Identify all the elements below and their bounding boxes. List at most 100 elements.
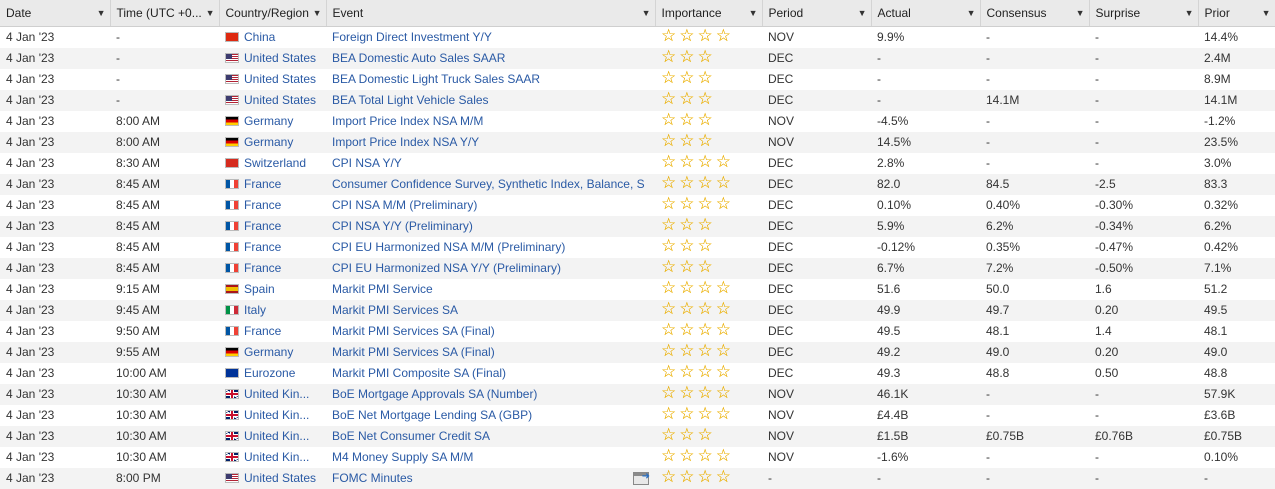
column-header-time[interactable]: Time (UTC +0...▼ bbox=[110, 0, 219, 27]
country-cell[interactable]: Italy bbox=[219, 300, 326, 321]
event-cell[interactable]: Foreign Direct Investment Y/Y bbox=[326, 27, 655, 49]
country-cell[interactable]: United Kin... bbox=[219, 405, 326, 426]
country-link[interactable]: United States bbox=[244, 471, 316, 485]
sort-dropdown-icon[interactable]: ▼ bbox=[858, 0, 867, 26]
country-cell[interactable]: France bbox=[219, 237, 326, 258]
country-link[interactable]: France bbox=[244, 177, 281, 191]
country-link[interactable]: France bbox=[244, 324, 281, 338]
table-row[interactable]: 4 Jan '2310:30 AMUnited Kin...M4 Money S… bbox=[0, 447, 1275, 468]
table-row[interactable]: 4 Jan '239:50 AMFranceMarkit PMI Service… bbox=[0, 321, 1275, 342]
event-cell[interactable]: Markit PMI Service bbox=[326, 279, 655, 300]
table-row[interactable]: 4 Jan '238:30 AMSwitzerlandCPI NSA Y/Y☆☆… bbox=[0, 153, 1275, 174]
event-cell[interactable]: Markit PMI Services SA (Final) bbox=[326, 342, 655, 363]
event-cell[interactable]: BoE Mortgage Approvals SA (Number) bbox=[326, 384, 655, 405]
country-cell[interactable]: United States bbox=[219, 90, 326, 111]
table-row[interactable]: 4 Jan '2310:30 AMUnited Kin...BoE Net Mo… bbox=[0, 405, 1275, 426]
table-row[interactable]: 4 Jan '23-ChinaForeign Direct Investment… bbox=[0, 27, 1275, 49]
event-cell[interactable]: Markit PMI Services SA bbox=[326, 300, 655, 321]
country-link[interactable]: Germany bbox=[244, 135, 293, 149]
country-link[interactable]: China bbox=[244, 30, 275, 44]
table-row[interactable]: 4 Jan '2310:30 AMUnited Kin...BoE Net Co… bbox=[0, 426, 1275, 447]
country-cell[interactable]: United States bbox=[219, 69, 326, 90]
country-link[interactable]: United States bbox=[244, 51, 316, 65]
event-cell[interactable]: BoE Net Mortgage Lending SA (GBP) bbox=[326, 405, 655, 426]
country-cell[interactable]: France bbox=[219, 195, 326, 216]
event-link[interactable]: Markit PMI Service bbox=[332, 282, 433, 296]
event-cell[interactable]: BEA Domestic Auto Sales SAAR bbox=[326, 48, 655, 69]
event-cell[interactable]: BEA Domestic Light Truck Sales SAAR bbox=[326, 69, 655, 90]
event-cell[interactable]: Markit PMI Services SA (Final) bbox=[326, 321, 655, 342]
country-link[interactable]: France bbox=[244, 198, 281, 212]
event-link[interactable]: Consumer Confidence Survey, Synthetic In… bbox=[332, 177, 645, 191]
country-link[interactable]: United Kin... bbox=[244, 408, 309, 422]
event-cell[interactable]: CPI EU Harmonized NSA Y/Y (Preliminary) bbox=[326, 258, 655, 279]
sort-dropdown-icon[interactable]: ▼ bbox=[967, 0, 976, 26]
event-link[interactable]: Foreign Direct Investment Y/Y bbox=[332, 30, 492, 44]
event-link[interactable]: Markit PMI Composite SA (Final) bbox=[332, 366, 506, 380]
country-cell[interactable]: Germany bbox=[219, 132, 326, 153]
table-row[interactable]: 4 Jan '23-United StatesBEA Domestic Ligh… bbox=[0, 69, 1275, 90]
column-header-importance[interactable]: Importance▼ bbox=[655, 0, 762, 27]
table-row[interactable]: 4 Jan '2310:30 AMUnited Kin...BoE Mortga… bbox=[0, 384, 1275, 405]
column-header-country[interactable]: Country/Region▼ bbox=[219, 0, 326, 27]
sort-dropdown-icon[interactable]: ▼ bbox=[97, 0, 106, 26]
event-cell[interactable]: CPI NSA Y/Y (Preliminary) bbox=[326, 216, 655, 237]
event-link[interactable]: Import Price Index NSA M/M bbox=[332, 114, 483, 128]
event-link[interactable]: Markit PMI Services SA (Final) bbox=[332, 345, 495, 359]
country-link[interactable]: United Kin... bbox=[244, 450, 309, 464]
event-cell[interactable]: Markit PMI Composite SA (Final) bbox=[326, 363, 655, 384]
table-row[interactable]: 4 Jan '2310:00 AMEurozoneMarkit PMI Comp… bbox=[0, 363, 1275, 384]
country-cell[interactable]: Switzerland bbox=[219, 153, 326, 174]
event-cell[interactable]: CPI NSA M/M (Preliminary) bbox=[326, 195, 655, 216]
country-cell[interactable]: Germany bbox=[219, 342, 326, 363]
event-link[interactable]: BEA Total Light Vehicle Sales bbox=[332, 93, 489, 107]
column-header-consensus[interactable]: Consensus▼ bbox=[980, 0, 1089, 27]
country-cell[interactable]: United Kin... bbox=[219, 426, 326, 447]
sort-dropdown-icon[interactable]: ▼ bbox=[642, 0, 651, 26]
table-row[interactable]: 4 Jan '238:45 AMFranceCPI EU Harmonized … bbox=[0, 237, 1275, 258]
country-cell[interactable]: United Kin... bbox=[219, 384, 326, 405]
event-link[interactable]: BEA Domestic Auto Sales SAAR bbox=[332, 51, 505, 65]
country-cell[interactable]: France bbox=[219, 321, 326, 342]
event-link[interactable]: FOMC Minutes bbox=[332, 471, 413, 485]
sort-dropdown-icon[interactable]: ▼ bbox=[206, 0, 215, 26]
column-header-date[interactable]: Date▼ bbox=[0, 0, 110, 27]
table-row[interactable]: 4 Jan '239:45 AMItalyMarkit PMI Services… bbox=[0, 300, 1275, 321]
country-cell[interactable]: United States bbox=[219, 468, 326, 489]
table-row[interactable]: 4 Jan '238:45 AMFranceCPI NSA M/M (Preli… bbox=[0, 195, 1275, 216]
column-header-event[interactable]: Event▼ bbox=[326, 0, 655, 27]
table-row[interactable]: 4 Jan '239:55 AMGermanyMarkit PMI Servic… bbox=[0, 342, 1275, 363]
table-row[interactable]: 4 Jan '23-United StatesBEA Domestic Auto… bbox=[0, 48, 1275, 69]
event-cell[interactable]: BoE Net Consumer Credit SA bbox=[326, 426, 655, 447]
event-cell[interactable]: CPI NSA Y/Y bbox=[326, 153, 655, 174]
country-cell[interactable]: France bbox=[219, 174, 326, 195]
country-cell[interactable]: United States bbox=[219, 48, 326, 69]
country-link[interactable]: France bbox=[244, 240, 281, 254]
column-header-surprise[interactable]: Surprise▼ bbox=[1089, 0, 1198, 27]
event-link[interactable]: BEA Domestic Light Truck Sales SAAR bbox=[332, 72, 540, 86]
event-link[interactable]: BoE Mortgage Approvals SA (Number) bbox=[332, 387, 537, 401]
country-link[interactable]: France bbox=[244, 261, 281, 275]
country-cell[interactable]: Spain bbox=[219, 279, 326, 300]
event-link[interactable]: Markit PMI Services SA bbox=[332, 303, 458, 317]
event-cell[interactable]: CPI EU Harmonized NSA M/M (Preliminary) bbox=[326, 237, 655, 258]
country-cell[interactable]: France bbox=[219, 258, 326, 279]
sort-dropdown-icon[interactable]: ▼ bbox=[1262, 0, 1271, 26]
country-cell[interactable]: France bbox=[219, 216, 326, 237]
calendar-export-icon[interactable]: ➜ bbox=[633, 472, 649, 486]
event-link[interactable]: M4 Money Supply SA M/M bbox=[332, 450, 473, 464]
event-cell[interactable]: M4 Money Supply SA M/M bbox=[326, 447, 655, 468]
sort-dropdown-icon[interactable]: ▼ bbox=[313, 0, 322, 26]
event-link[interactable]: CPI NSA M/M (Preliminary) bbox=[332, 198, 477, 212]
event-link[interactable]: CPI NSA Y/Y (Preliminary) bbox=[332, 219, 473, 233]
column-header-period[interactable]: Period▼ bbox=[762, 0, 871, 27]
country-link[interactable]: Italy bbox=[244, 303, 266, 317]
event-cell[interactable]: Consumer Confidence Survey, Synthetic In… bbox=[326, 174, 655, 195]
table-row[interactable]: 4 Jan '238:00 AMGermanyImport Price Inde… bbox=[0, 111, 1275, 132]
column-header-actual[interactable]: Actual▼ bbox=[871, 0, 980, 27]
table-row[interactable]: 4 Jan '238:45 AMFranceConsumer Confidenc… bbox=[0, 174, 1275, 195]
event-cell[interactable]: FOMC Minutes ➜ bbox=[326, 468, 655, 489]
event-cell[interactable]: Import Price Index NSA Y/Y bbox=[326, 132, 655, 153]
country-link[interactable]: France bbox=[244, 219, 281, 233]
country-cell[interactable]: Eurozone bbox=[219, 363, 326, 384]
